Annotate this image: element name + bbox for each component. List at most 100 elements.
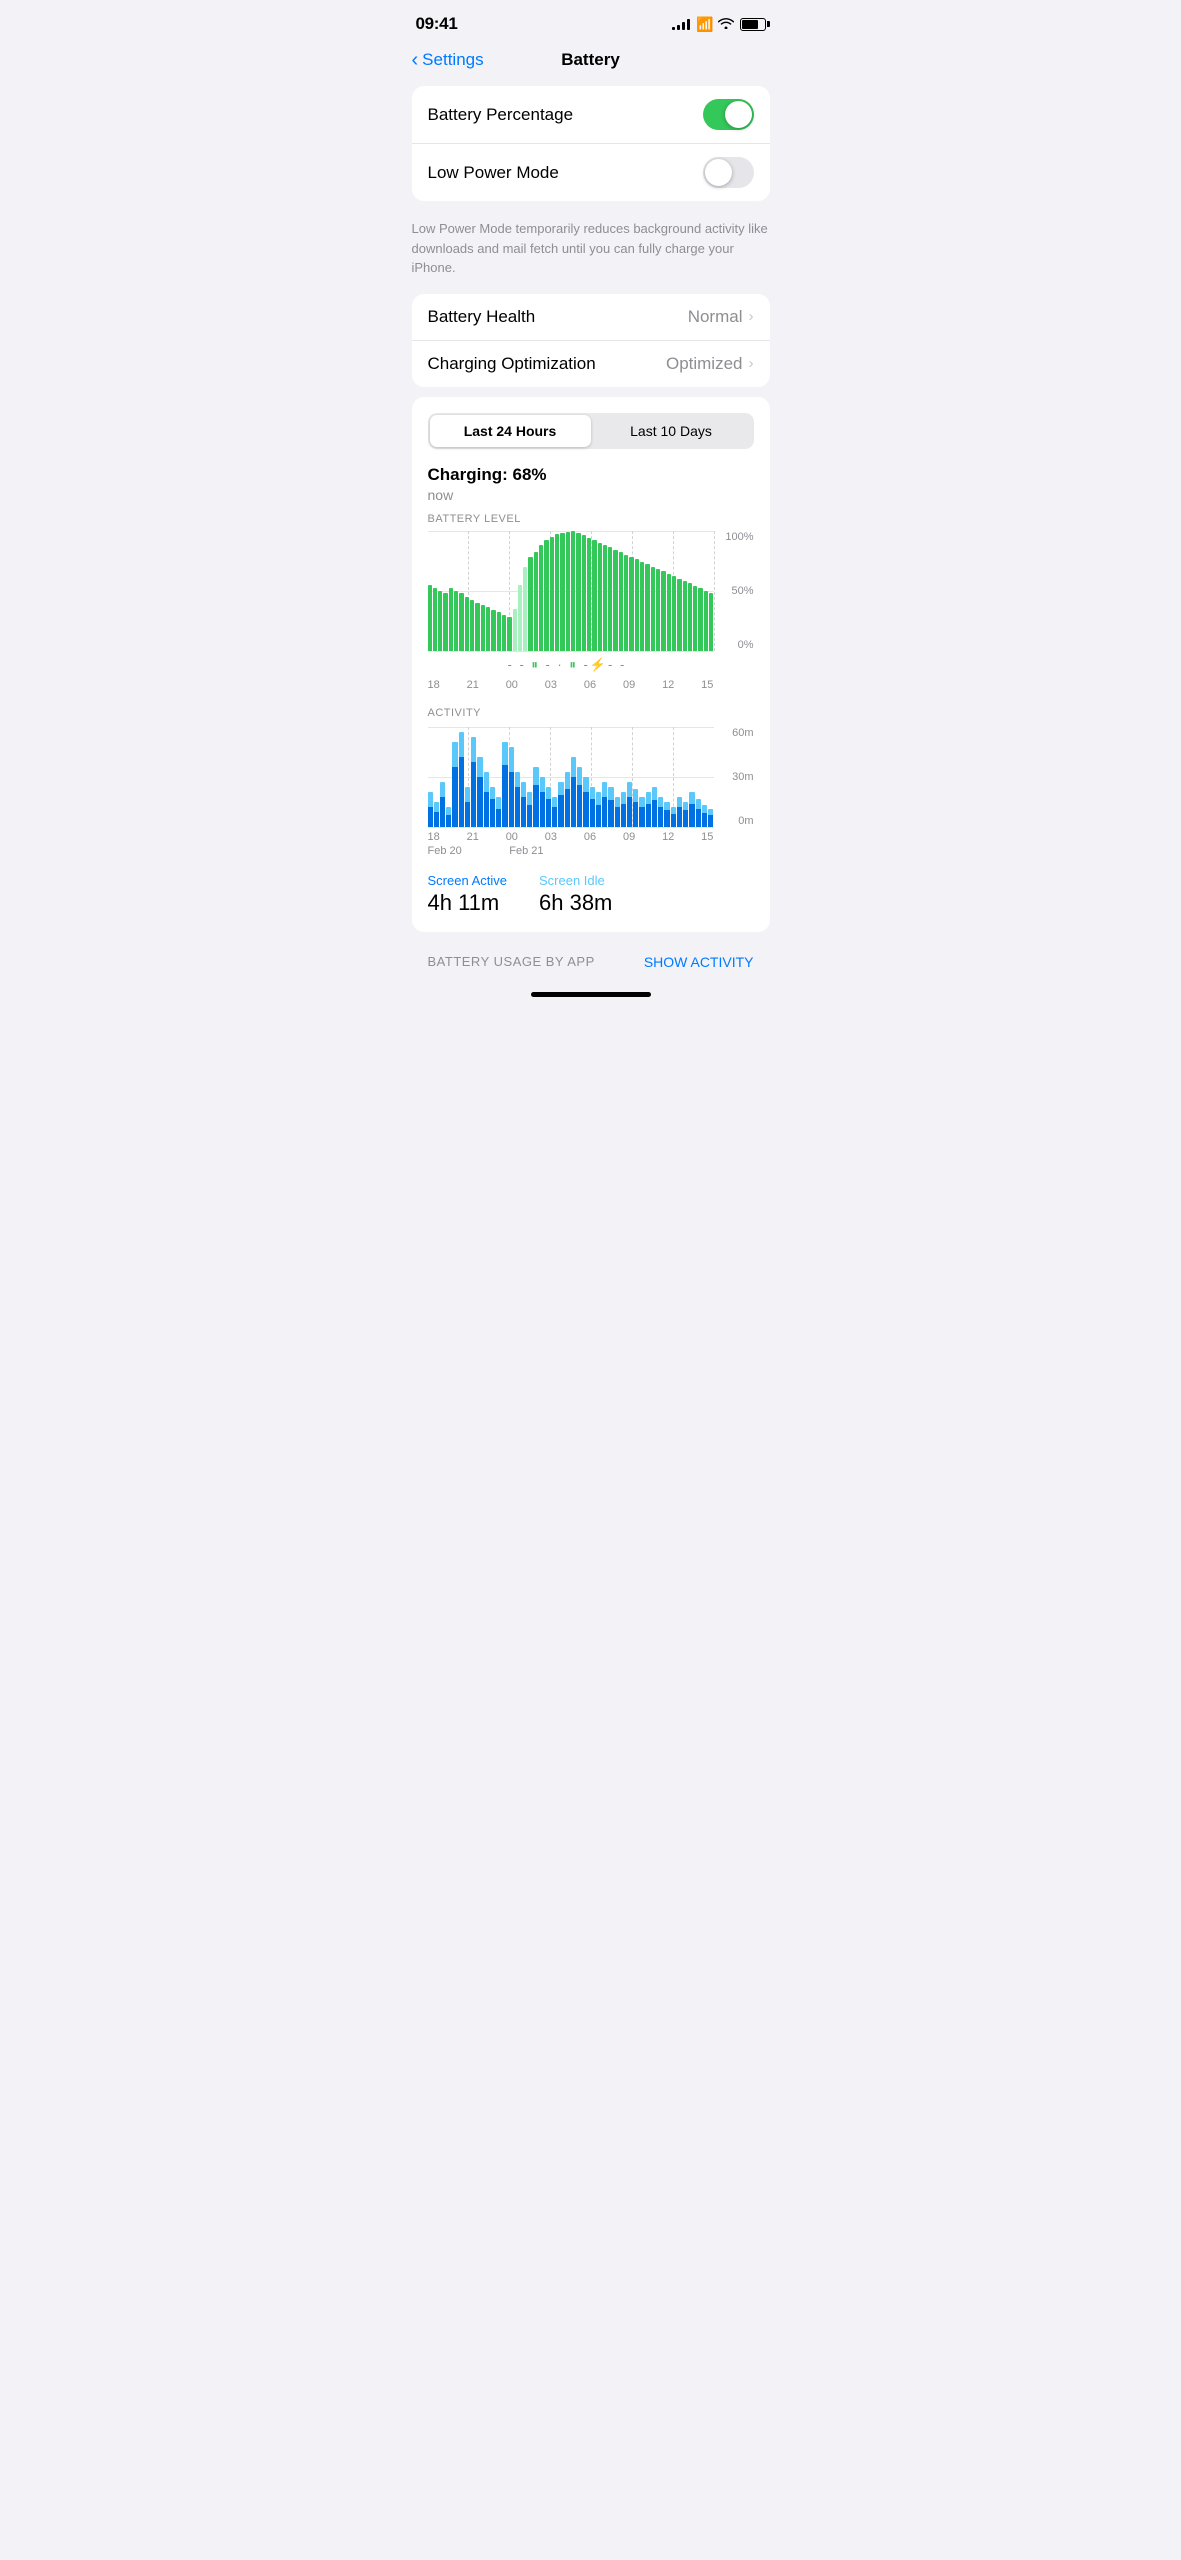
low-power-label: Low Power Mode bbox=[428, 163, 559, 183]
battery-bar bbox=[656, 569, 660, 651]
activity-bar-group bbox=[602, 727, 607, 827]
active-portion bbox=[521, 797, 526, 827]
battery-bar bbox=[481, 605, 485, 651]
battery-bar bbox=[475, 603, 479, 651]
battery-bar bbox=[576, 533, 580, 651]
battery-bar bbox=[528, 557, 532, 651]
activity-bar-group bbox=[521, 727, 526, 827]
segment-10days[interactable]: Last 10 Days bbox=[591, 415, 752, 447]
active-portion bbox=[471, 762, 476, 827]
activity-bar-group bbox=[608, 727, 613, 827]
activity-label: ACTIVITY bbox=[428, 707, 754, 719]
battery-status-icon bbox=[740, 18, 766, 31]
screen-active-value: 4h 11m bbox=[428, 890, 508, 916]
screen-idle-label: Screen Idle bbox=[539, 873, 612, 888]
show-activity-button[interactable]: SHOW ACTIVITY bbox=[644, 954, 754, 970]
active-portion bbox=[446, 815, 451, 827]
charging-optimization-row[interactable]: Charging Optimization Optimized › bbox=[412, 341, 770, 387]
battery-bar bbox=[433, 588, 437, 650]
active-portion bbox=[590, 799, 595, 827]
date-06: 06 bbox=[584, 831, 596, 843]
battery-percentage-toggle[interactable] bbox=[703, 99, 754, 130]
active-portion bbox=[440, 797, 445, 827]
charging-icons-row: - - ⏸ - · ⏸ -⚡- - bbox=[428, 655, 754, 675]
activity-bar-group bbox=[596, 727, 601, 827]
activity-bar-group bbox=[571, 727, 576, 827]
status-icons: 📶 bbox=[672, 16, 765, 33]
activity-bar-group bbox=[440, 727, 445, 827]
active-portion bbox=[596, 805, 601, 827]
active-portion bbox=[484, 792, 489, 827]
time-21: 21 bbox=[467, 679, 479, 691]
activity-bar-group bbox=[702, 727, 707, 827]
battery-bar bbox=[449, 588, 453, 650]
feb20-label: Feb 20 bbox=[428, 845, 469, 857]
activity-axis-60: 60m bbox=[732, 727, 753, 739]
low-power-row[interactable]: Low Power Mode bbox=[412, 144, 770, 201]
screen-idle-stat: Screen Idle 6h 38m bbox=[539, 873, 612, 916]
low-power-toggle[interactable] bbox=[703, 157, 754, 188]
battery-settings-section: Battery Percentage Low Power Mode bbox=[412, 86, 770, 201]
activity-bar-group bbox=[552, 727, 557, 827]
active-portion bbox=[527, 805, 532, 827]
toggle-knob bbox=[705, 159, 732, 186]
battery-bar bbox=[523, 567, 527, 651]
battery-bar bbox=[497, 612, 501, 650]
active-portion bbox=[689, 804, 694, 827]
low-power-note: Low Power Mode temporarily reduces backg… bbox=[396, 211, 786, 294]
battery-bar bbox=[465, 597, 469, 651]
battery-health-status: Normal bbox=[688, 307, 743, 327]
battery-bar bbox=[502, 615, 506, 651]
date-03: 03 bbox=[545, 831, 557, 843]
battery-bar bbox=[571, 531, 575, 651]
active-portion bbox=[546, 799, 551, 827]
activity-bar-group bbox=[677, 727, 682, 827]
activity-stats: Screen Active 4h 11m Screen Idle 6h 38m bbox=[428, 873, 754, 916]
home-bar bbox=[531, 992, 651, 997]
time-18: 18 bbox=[428, 679, 440, 691]
battery-bar bbox=[428, 585, 432, 651]
time-segment-control[interactable]: Last 24 Hours Last 10 Days bbox=[428, 413, 754, 449]
battery-bar bbox=[534, 552, 538, 650]
active-portion bbox=[515, 787, 520, 827]
activity-bar-group bbox=[615, 727, 620, 827]
charging-time: now bbox=[428, 487, 754, 503]
battery-bar bbox=[454, 591, 458, 651]
status-bar: 09:41 📶 bbox=[396, 0, 786, 42]
battery-health-row[interactable]: Battery Health Normal › bbox=[412, 294, 770, 341]
battery-percentage-row[interactable]: Battery Percentage bbox=[412, 86, 770, 144]
battery-level-chart: 100% 50% 0% bbox=[428, 531, 754, 651]
battery-usage-label: BATTERY USAGE BY APP bbox=[428, 954, 595, 969]
date-15: 15 bbox=[701, 831, 713, 843]
back-button[interactable]: ‹ Settings bbox=[412, 50, 484, 70]
battery-usage-footer: BATTERY USAGE BY APP SHOW ACTIVITY bbox=[412, 942, 770, 982]
battery-bar bbox=[470, 600, 474, 650]
activity-bar-group bbox=[484, 727, 489, 827]
active-portion bbox=[434, 812, 439, 827]
activity-bar-group bbox=[621, 727, 626, 827]
battery-bar bbox=[560, 533, 564, 651]
battery-bar bbox=[677, 579, 681, 651]
battery-bar bbox=[544, 540, 548, 650]
segment-24h[interactable]: Last 24 Hours bbox=[430, 415, 591, 447]
battery-bar bbox=[513, 609, 517, 651]
date-sub-labels: Feb 20 Feb 21 bbox=[428, 845, 754, 857]
activity-bar-group bbox=[683, 727, 688, 827]
activity-bar-group bbox=[546, 727, 551, 827]
active-portion bbox=[496, 809, 501, 827]
time-09: 09 bbox=[623, 679, 635, 691]
active-portion bbox=[696, 809, 701, 827]
home-indicator bbox=[396, 982, 786, 1003]
battery-bar bbox=[582, 535, 586, 650]
active-portion bbox=[577, 785, 582, 827]
active-portion bbox=[621, 804, 626, 827]
charging-opt-label: Charging Optimization bbox=[428, 354, 596, 374]
activity-bar-group bbox=[652, 727, 657, 827]
activity-bar-group bbox=[509, 727, 514, 827]
activity-bar-group bbox=[658, 727, 663, 827]
battery-bar bbox=[651, 567, 655, 651]
active-portion bbox=[602, 797, 607, 827]
battery-bar bbox=[698, 588, 702, 650]
date-00: 00 bbox=[506, 831, 518, 843]
activity-bar-group bbox=[434, 727, 439, 827]
